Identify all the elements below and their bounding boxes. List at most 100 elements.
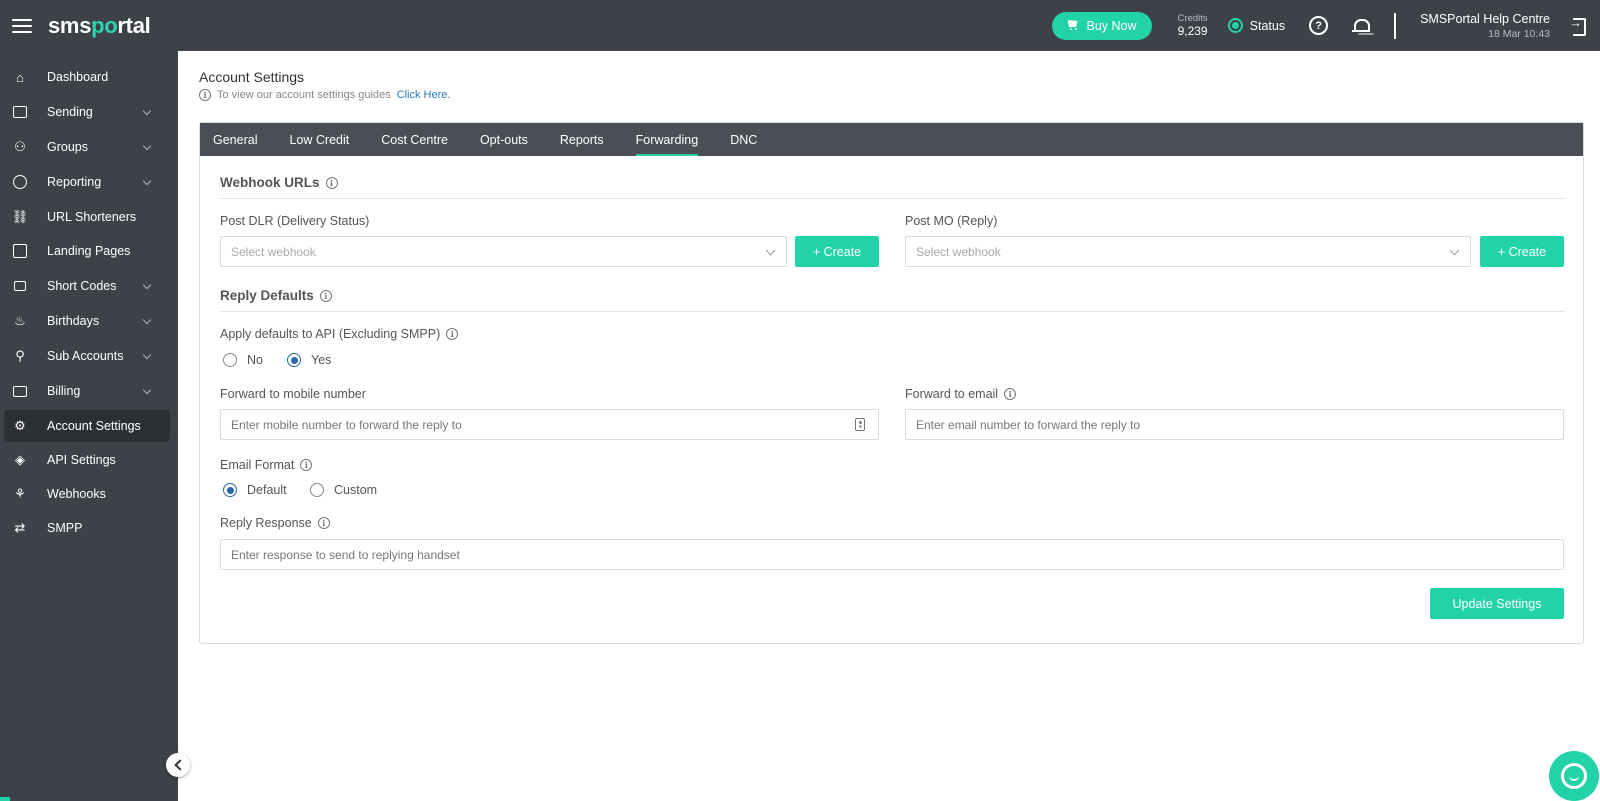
tab-cost-centre[interactable]: Cost Centre <box>381 123 448 156</box>
tab-general[interactable]: General <box>213 123 257 156</box>
chevron-down-icon <box>142 350 152 360</box>
sidebar-item-webhooks[interactable]: ⚘ Webhooks <box>4 478 170 510</box>
sidebar-item-landing-pages[interactable]: Landing Pages <box>4 235 170 267</box>
help-icon[interactable]: ? <box>1309 16 1329 35</box>
layers-icon: ◈ <box>15 452 25 467</box>
cake-icon: ♨ <box>14 313 26 328</box>
forward-mobile-input[interactable]: Enter mobile number to forward the reply… <box>220 409 879 440</box>
info-icon[interactable]: i <box>446 328 459 340</box>
webhook-urls-title: Webhook URLs i <box>220 175 338 190</box>
credits-label: Credits <box>1177 13 1208 24</box>
sidebar: ⌂ Dashboard Sending ⚇ Groups Reporting ⛓… <box>0 51 178 801</box>
sidebar-item-url-shorteners[interactable]: ⛓ URL Shorteners <box>4 201 170 233</box>
user-info[interactable]: SMSPortal Help Centre 18 Mar 10:43 <box>1420 12 1550 40</box>
settings-card: General Low Credit Cost Centre Opt-outs … <box>199 122 1584 644</box>
post-mo-select[interactable]: Select webhook <box>905 236 1471 267</box>
status-indicator-icon <box>1227 18 1243 33</box>
buy-now-button[interactable]: Buy Now <box>1051 11 1152 40</box>
info-icon[interactable]: i <box>319 289 332 302</box>
sidebar-item-api-settings[interactable]: ◈ API Settings <box>4 444 170 476</box>
update-settings-button[interactable]: Update Settings <box>1430 588 1564 619</box>
contact-book-icon[interactable] <box>855 418 865 431</box>
apply-defaults-no-radio[interactable]: No <box>223 353 263 367</box>
header-datetime: 18 Mar 10:43 <box>1488 27 1550 40</box>
info-icon[interactable]: i <box>317 517 330 529</box>
sidebar-item-smpp[interactable]: ⇄ SMPP <box>4 512 170 544</box>
tab-forwarding[interactable]: Forwarding <box>635 123 698 156</box>
radio-circle <box>310 483 324 497</box>
sidebar-collapse-button[interactable] <box>166 753 190 777</box>
sidebar-item-groups[interactable]: ⚇ Groups <box>4 131 170 163</box>
sidebar-item-short-codes[interactable]: Short Codes <box>4 270 170 302</box>
chevron-down-icon <box>142 176 152 186</box>
tab-dnc[interactable]: DNC <box>730 123 757 156</box>
forward-email-label: Forward to email i <box>905 387 1017 401</box>
header-divider <box>1394 12 1397 39</box>
live-chat-button[interactable] <box>1549 751 1599 801</box>
home-icon: ⌂ <box>16 69 24 85</box>
logo[interactable]: smsportal <box>48 13 151 39</box>
guide-text: i To view our account settings guides Cl… <box>199 89 450 101</box>
radio-circle <box>223 483 237 497</box>
credits-display: Credits 9,239 <box>1178 13 1208 38</box>
post-mo-label: Post MO (Reply) <box>905 214 998 228</box>
short-codes-icon <box>12 278 28 294</box>
tab-low-credit[interactable]: Low Credit <box>289 123 349 156</box>
info-icon[interactable]: i <box>300 459 313 471</box>
landing-page-icon <box>12 243 28 259</box>
chevron-down-icon <box>1449 245 1460 256</box>
apply-defaults-label: Apply defaults to API (Excluding SMPP) i <box>220 327 459 341</box>
sidebar-item-birthdays[interactable]: ♨ Birthdays <box>4 305 170 337</box>
info-icon[interactable]: i <box>1004 388 1017 400</box>
create-dlr-webhook-button[interactable]: + Create <box>795 236 879 267</box>
create-mo-webhook-button[interactable]: + Create <box>1480 236 1564 267</box>
sidebar-item-account-settings[interactable]: ⚙ Account Settings <box>4 410 170 442</box>
status-button[interactable]: Status <box>1227 18 1285 33</box>
email-format-default-radio[interactable]: Default <box>223 483 287 497</box>
user-name: SMSPortal Help Centre <box>1420 11 1550 26</box>
credits-value: 9,239 <box>1177 24 1208 38</box>
gear-icon: ⚙ <box>14 418 26 433</box>
page-title: Account Settings <box>199 69 305 85</box>
info-icon: i <box>199 89 211 101</box>
chevron-down-icon <box>142 280 152 290</box>
email-format-label: Email Format i <box>220 458 313 472</box>
bottom-accent-bar <box>0 797 10 801</box>
sidebar-item-sub-accounts[interactable]: ⚲ Sub Accounts <box>4 340 170 372</box>
sidebar-item-sending[interactable]: Sending <box>4 96 170 128</box>
post-dlr-select[interactable]: Select webhook <box>220 236 787 267</box>
forward-mobile-label: Forward to mobile number <box>220 387 366 401</box>
info-icon[interactable]: i <box>325 176 338 189</box>
radio-circle <box>223 353 237 367</box>
pie-chart-icon <box>12 174 28 190</box>
sidebar-item-reporting[interactable]: Reporting <box>4 166 170 198</box>
bell-icon[interactable] <box>1352 17 1371 35</box>
link-icon: ⛓ <box>11 209 29 224</box>
apply-defaults-yes-radio[interactable]: Yes <box>287 353 331 367</box>
guide-link[interactable]: Click Here. <box>397 89 451 101</box>
add-user-icon: ⚲ <box>15 348 25 363</box>
section-divider <box>220 198 1565 199</box>
sidebar-item-dashboard[interactable]: ⌂ Dashboard <box>4 61 170 93</box>
reply-defaults-title: Reply Defaults i <box>220 288 332 303</box>
credit-card-icon <box>12 383 28 399</box>
chat-icon <box>1561 763 1587 789</box>
chevron-down-icon <box>765 245 776 256</box>
forward-email-input[interactable]: Enter email number to forward the reply … <box>905 409 1564 440</box>
mail-icon <box>12 104 28 120</box>
top-bar: smsportal Buy Now Credits 9,239 Status ?… <box>0 0 1600 51</box>
tab-bar: General Low Credit Cost Centre Opt-outs … <box>200 123 1583 156</box>
hamburger-menu-icon[interactable] <box>12 18 32 33</box>
reply-response-label: Reply Response i <box>220 516 330 530</box>
sidebar-item-billing[interactable]: Billing <box>4 375 170 407</box>
chevron-down-icon <box>142 315 152 325</box>
tab-reports[interactable]: Reports <box>560 123 604 156</box>
tab-opt-outs[interactable]: Opt-outs <box>480 123 528 156</box>
chevron-down-icon <box>142 106 152 116</box>
logout-icon[interactable] <box>1569 15 1586 36</box>
reply-response-input[interactable]: Enter response to send to replying hands… <box>220 539 1564 570</box>
cart-icon <box>1067 20 1080 31</box>
repeat-icon: ⇄ <box>14 520 26 535</box>
email-format-custom-radio[interactable]: Custom <box>310 483 377 497</box>
post-dlr-label: Post DLR (Delivery Status) <box>220 214 370 228</box>
